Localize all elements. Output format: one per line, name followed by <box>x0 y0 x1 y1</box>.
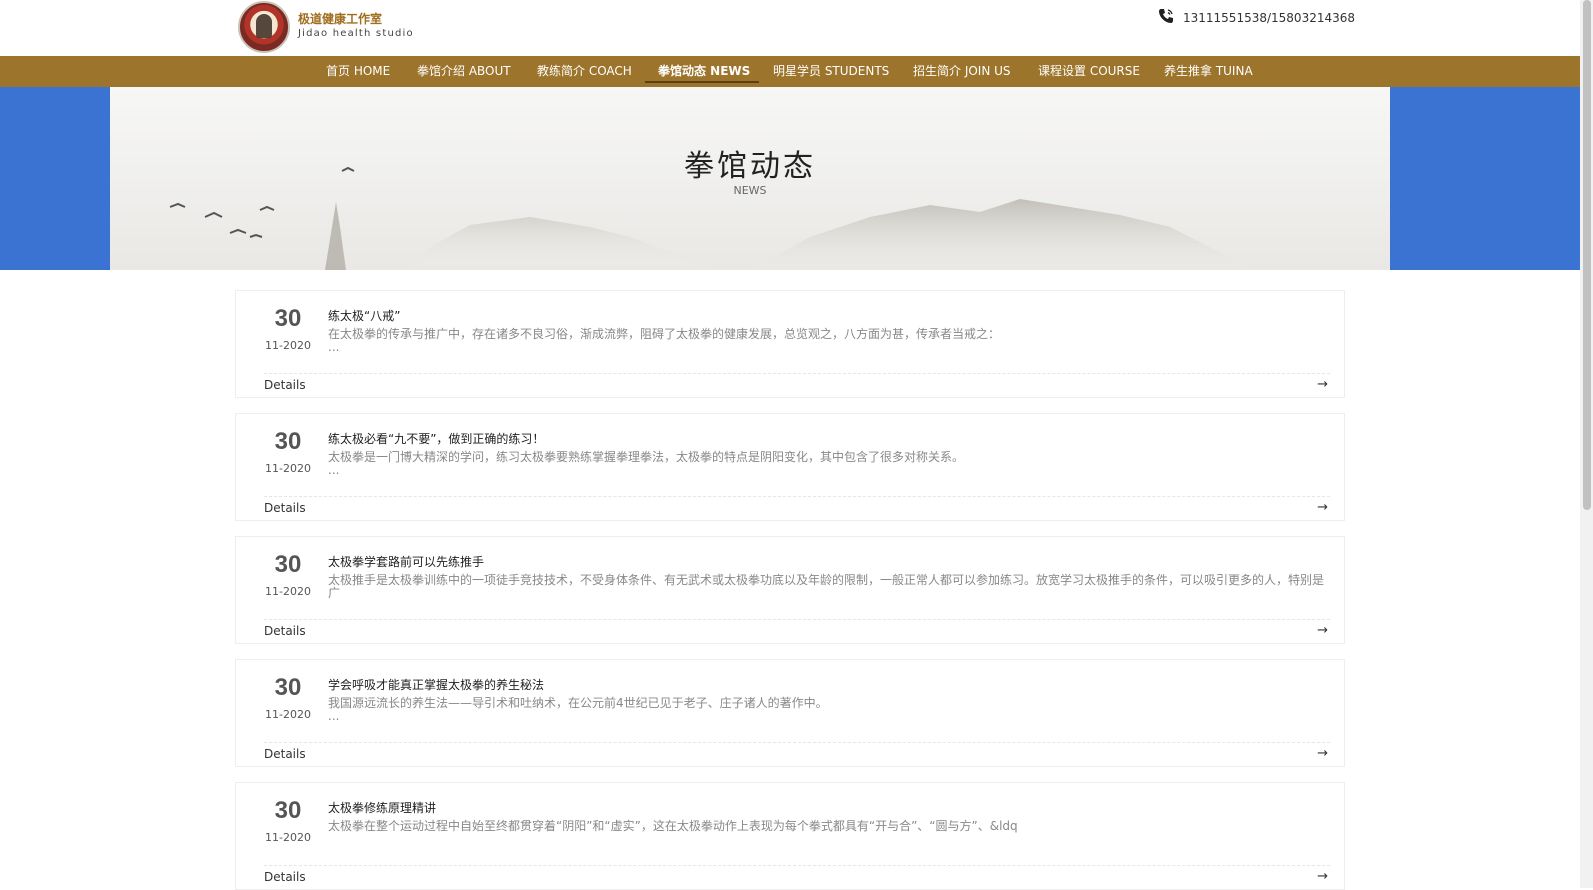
nav-item-coach[interactable]: 教练简介 COACH <box>537 56 632 87</box>
news-summary-ellipsis: ... <box>328 340 340 354</box>
news-day: 30 <box>274 674 302 701</box>
page-banner: 拳馆动态 NEWS <box>0 87 1580 270</box>
news-title[interactable]: 练太极“八戒” <box>328 307 400 324</box>
news-divider <box>264 742 1330 743</box>
news-summary-text: 在太极拳的传承与推广中，存在诸多不良习俗，渐成流弊，阻碍了太极拳的健康发展，总览… <box>328 327 1001 341</box>
news-summary-text: 太极拳在整个运动过程中自始至终都贯穿着“阴阳”和“虚实”，这在太极拳动作上表现为… <box>328 819 1018 833</box>
phone-icon <box>1159 9 1173 23</box>
news-summary-text: 太极推手是太极拳训练中的一项徒手竞技技术，不受身体条件、有无武术或太极拳功底以及… <box>328 573 1325 600</box>
nav-item-home[interactable]: 首页 HOME <box>326 56 390 87</box>
news-summary-ellipsis: ... <box>328 709 340 723</box>
details-link[interactable]: Details <box>264 378 306 392</box>
news-divider <box>264 865 1330 866</box>
news-title[interactable]: 太极拳修练原理精讲 <box>328 799 436 816</box>
banner-title: 拳馆动态 <box>684 149 816 184</box>
phone-number: 13111551538/15803214368 <box>1183 11 1356 25</box>
news-divider <box>264 619 1330 620</box>
main-nav: 首页 HOME 拳馆介绍 ABOUT 教练简介 COACH 拳馆动态 NEWS … <box>0 56 1580 87</box>
banner-subtitle: NEWS <box>733 184 767 197</box>
news-month-year: 11-2020 <box>265 339 311 352</box>
details-link[interactable]: Details <box>264 747 306 761</box>
nav-active-indicator <box>645 81 759 83</box>
news-summary: 太极拳在整个运动过程中自始至终都贯穿着“阴阳”和“虚实”，这在太极拳动作上表现为… <box>328 820 1328 833</box>
news-summary-ellipsis: ... <box>328 463 340 477</box>
news-item[interactable]: 30 11-2020 练太极“八戒” 在太极拳的传承与推广中，存在诸多不良习俗，… <box>235 290 1345 398</box>
news-item[interactable]: 30 11-2020 太极拳修练原理精讲 太极拳在整个运动过程中自始至终都贯穿着… <box>235 782 1345 890</box>
details-link[interactable]: Details <box>264 870 306 884</box>
news-title[interactable]: 学会呼吸才能真正掌握太极拳的养生秘法 <box>328 676 544 693</box>
news-title[interactable]: 练太极必看“九不要”，做到正确的练习！ <box>328 430 544 447</box>
news-month-year: 11-2020 <box>265 462 311 475</box>
taichi-figure-icon <box>256 14 272 38</box>
news-day: 30 <box>274 797 302 824</box>
news-item[interactable]: 30 11-2020 太极拳学套路前可以先练推手 太极推手是太极拳训练中的一项徒… <box>235 536 1345 644</box>
arrow-right-icon[interactable]: → <box>1317 869 1328 884</box>
arrow-right-icon[interactable]: → <box>1317 377 1328 392</box>
news-summary-text: 我国源远流长的养生法——导引术和吐纳术，在公元前4世纪已见于老子、庄子诸人的著作… <box>328 696 828 710</box>
news-month-year: 11-2020 <box>265 831 311 844</box>
news-day: 30 <box>274 551 302 578</box>
news-day: 30 <box>274 428 302 455</box>
details-link[interactable]: Details <box>264 624 306 638</box>
news-divider <box>264 373 1330 374</box>
nav-item-students[interactable]: 明星学员 STUDENTS <box>773 56 889 87</box>
news-summary: 我国源远流长的养生法——导引术和吐纳术，在公元前4世纪已见于老子、庄子诸人的著作… <box>328 697 1328 723</box>
nav-item-about[interactable]: 拳馆介绍 ABOUT <box>417 56 511 87</box>
news-title[interactable]: 太极拳学套路前可以先练推手 <box>328 553 484 570</box>
news-summary-text: 太极拳是一门博大精深的学问，练习太极拳要熟练掌握拳理拳法，太极拳的特点是阴阳变化… <box>328 450 965 464</box>
nav-item-join-us[interactable]: 招生简介 JOIN US <box>913 56 1011 87</box>
scrollbar-thumb[interactable] <box>1583 0 1591 510</box>
site-header: 极道健康工作室 Jidao health studio 13111551538/… <box>0 0 1580 56</box>
nav-item-tuina[interactable]: 养生推拿 TUINA <box>1164 56 1253 87</box>
nav-item-course[interactable]: 课程设置 COURSE <box>1038 56 1140 87</box>
news-summary: 太极拳是一门博大精深的学问，练习太极拳要熟练掌握拳理拳法，太极拳的特点是阴阳变化… <box>328 451 1328 477</box>
news-month-year: 11-2020 <box>265 708 311 721</box>
site-logo[interactable] <box>238 1 290 53</box>
news-divider <box>264 496 1330 497</box>
news-item[interactable]: 30 11-2020 学会呼吸才能真正掌握太极拳的养生秘法 我国源远流长的养生法… <box>235 659 1345 767</box>
news-summary: 太极推手是太极拳训练中的一项徒手竞技技术，不受身体条件、有无武术或太极拳功底以及… <box>328 574 1328 600</box>
news-item[interactable]: 30 11-2020 练太极必看“九不要”，做到正确的练习！ 太极拳是一门博大精… <box>235 413 1345 521</box>
arrow-right-icon[interactable]: → <box>1317 500 1328 515</box>
ink-landscape-image: 拳馆动态 NEWS <box>110 87 1390 270</box>
brand-name-en: Jidao health studio <box>298 28 414 39</box>
news-month-year: 11-2020 <box>265 585 311 598</box>
news-summary: 在太极拳的传承与推广中，存在诸多不良习俗，渐成流弊，阻碍了太极拳的健康发展，总览… <box>328 328 1328 354</box>
details-link[interactable]: Details <box>264 501 306 515</box>
brand-name-cn[interactable]: 极道健康工作室 <box>298 10 382 27</box>
arrow-right-icon[interactable]: → <box>1317 746 1328 761</box>
arrow-right-icon[interactable]: → <box>1317 623 1328 638</box>
news-day: 30 <box>274 305 302 332</box>
